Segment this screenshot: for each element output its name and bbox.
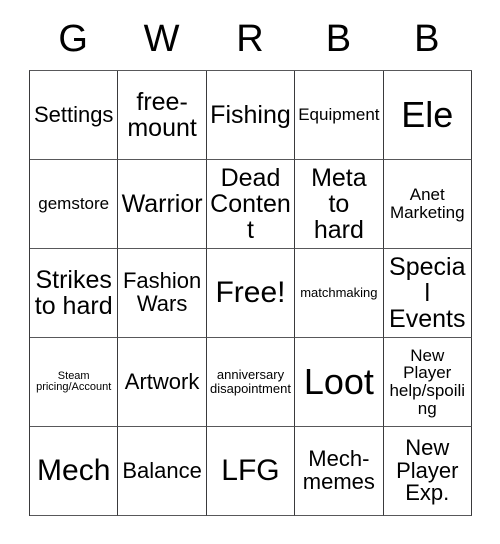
bingo-cell-label: free- mount <box>127 88 197 142</box>
bingo-cell-label: Fishing <box>210 101 291 129</box>
bingo-cell-label: Strikes to hard <box>34 266 113 320</box>
bingo-cell[interactable]: Meta to hard <box>295 160 384 249</box>
bingo-cell-label: Equipment <box>298 105 380 125</box>
bingo-cell[interactable]: Loot <box>295 338 384 427</box>
bingo-cell-label: Mech- memes <box>302 446 375 494</box>
bingo-header-letter: B <box>414 18 440 60</box>
bingo-cell[interactable]: Warrior <box>118 160 207 249</box>
bingo-grid: Settings free- mount Fishing Equipment Ele ge… <box>29 70 472 516</box>
bingo-cell-label: gemstore <box>38 194 110 214</box>
bingo-cell-label: Fashion Wars <box>122 268 202 316</box>
bingo-card: G W R B B Settings free- mount Fishing Equipmen… <box>29 8 472 516</box>
bingo-cell[interactable]: gemstore <box>30 160 119 249</box>
bingo-cell[interactable]: Fishing <box>206 71 296 160</box>
bingo-cell[interactable]: Artwork <box>118 338 207 427</box>
bingo-cell[interactable]: Strikes to hard <box>30 249 119 338</box>
bingo-cell[interactable]: Mech- memes <box>295 427 384 516</box>
bingo-cell[interactable]: Equipment <box>295 71 384 160</box>
bingo-cell-label: Settings <box>33 101 114 127</box>
bingo-cell-label: Anet Marketing <box>389 185 465 222</box>
bingo-cell[interactable]: Ele <box>383 71 472 160</box>
bingo-header-row: GWRBB <box>29 8 471 70</box>
bingo-cell[interactable]: Special Events <box>383 249 472 338</box>
bingo-cell-label: Steam pricing/Account <box>36 369 112 393</box>
bingo-cell[interactable]: Balance <box>118 427 207 516</box>
bingo-header-letter: G <box>58 18 88 60</box>
bingo-cell-label: Dead Content <box>210 164 291 244</box>
bingo-cell-label: Balance <box>122 457 202 483</box>
bingo-cell-label: Warrior <box>121 190 203 218</box>
bingo-cell[interactable]: New Player Exp. <box>383 427 472 516</box>
bingo-cell[interactable]: Steam pricing/Account <box>30 338 119 427</box>
bingo-header-letter: R <box>236 18 264 60</box>
bingo-cell[interactable]: Settings <box>30 71 119 160</box>
bingo-cell[interactable]: anniversary disapointment <box>206 338 296 427</box>
bingo-cell-label: Artwork <box>124 368 200 394</box>
bingo-cell[interactable]: LFG <box>206 427 296 516</box>
bingo-cell[interactable]: New Player help/spoiling <box>383 338 472 427</box>
bingo-cell[interactable]: Anet Marketing <box>383 160 472 249</box>
bingo-cell-label: matchmaking <box>300 285 378 301</box>
bingo-header-letter: B <box>325 18 352 60</box>
bingo-cell-label: New Player help/spoiling <box>389 345 466 418</box>
bingo-cell[interactable]: Free! <box>206 249 296 338</box>
bingo-cell-label: Mech <box>37 454 111 488</box>
bingo-cell-label: anniversary disapointment <box>210 367 291 396</box>
bingo-cell[interactable]: matchmaking <box>295 249 384 338</box>
bingo-cell-label: New Player Exp. <box>396 434 459 506</box>
bingo-cell[interactable]: Fashion Wars <box>118 249 207 338</box>
bingo-cell-label: Meta to hard <box>311 164 367 244</box>
bingo-cell-label: LFG <box>221 454 280 488</box>
bingo-cell-label: Ele <box>401 94 454 136</box>
bingo-cell-label: Free! <box>215 276 286 310</box>
bingo-cell[interactable]: free- mount <box>118 71 207 160</box>
bingo-cell-label: Special Events <box>389 253 466 333</box>
bingo-cell-label: Loot <box>303 361 374 403</box>
bingo-cell[interactable]: Mech <box>30 427 119 516</box>
bingo-header-letter: W <box>143 18 180 60</box>
bingo-cell[interactable]: Dead Content <box>206 160 296 249</box>
